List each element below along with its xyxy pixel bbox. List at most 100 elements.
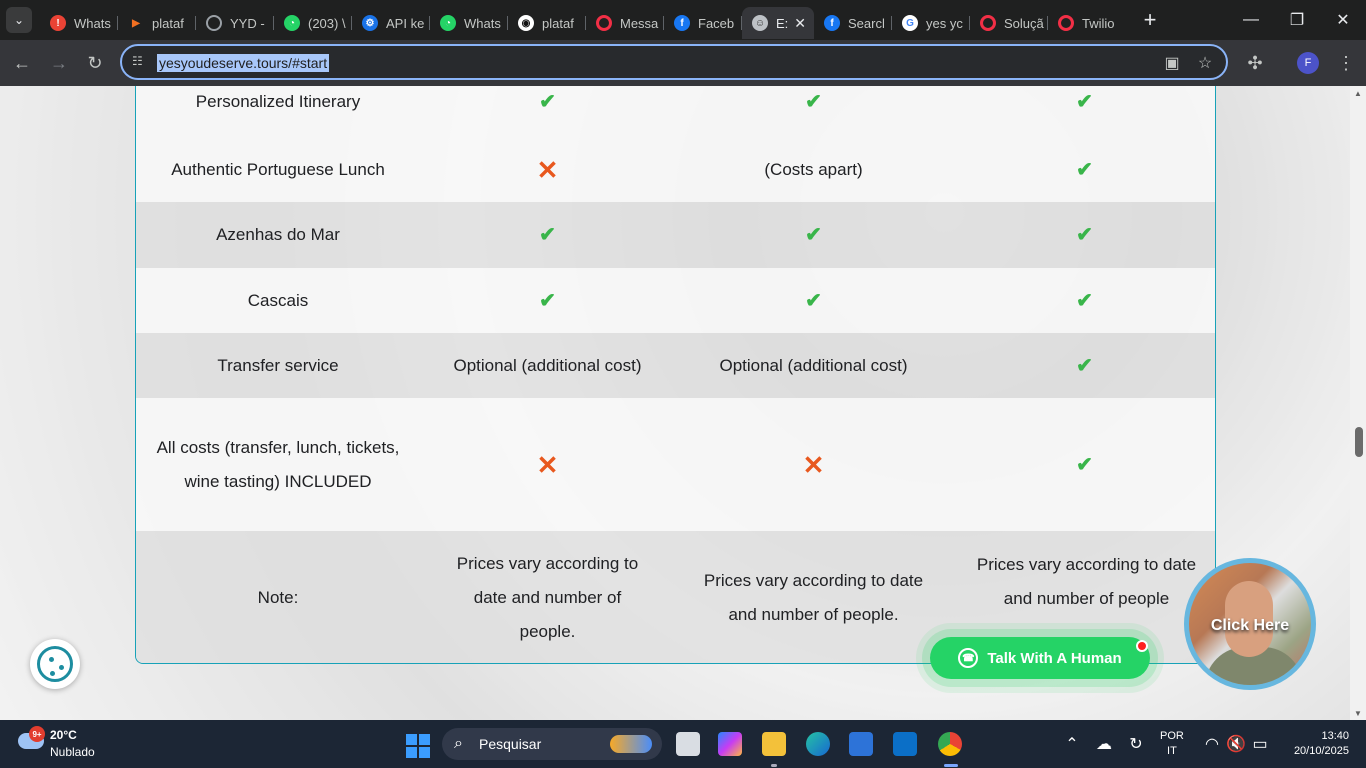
whatsapp-icon: ◔	[284, 15, 300, 31]
reload-icon: ↻	[87, 52, 103, 73]
row-label: All costs (transfer, lunch, tickets, win…	[156, 437, 400, 491]
restore-button[interactable]: ❐	[1274, 0, 1320, 40]
globe-icon	[206, 15, 222, 31]
file-explorer-icon[interactable]	[762, 732, 786, 756]
browser-tab-1[interactable]: ▶ plataf	[118, 7, 196, 39]
browser-menu-button[interactable]: ⋮	[1335, 52, 1357, 74]
microsoft-365-icon[interactable]	[718, 732, 742, 756]
tab-title: Searcl	[848, 15, 885, 31]
restore-icon: ❐	[1289, 12, 1305, 29]
check-icon: ✔	[1076, 354, 1093, 377]
close-icon: ✕	[1336, 12, 1350, 29]
windows-taskbar: 9+ 20°C Nublado ⌕ Pesquisar ⌃ ☁ ↻ POR IT…	[0, 720, 1366, 768]
running-indicator	[771, 764, 777, 767]
tab-title: Whats	[464, 15, 501, 31]
address-bar[interactable]: ☷ yesyoudeserve.tours/#start ▣ ☆	[120, 44, 1228, 80]
minimize-button[interactable]: —	[1228, 0, 1274, 40]
task-view-icon[interactable]	[676, 732, 700, 756]
browser-tab-active[interactable]: ☺ E: ✕	[742, 7, 814, 39]
browser-tab-11[interactable]: Gyes yc	[892, 7, 970, 39]
tab-title: Messa	[620, 15, 659, 31]
table-cell: Prices vary according to date and number…	[456, 553, 639, 641]
talk-button-label: Talk With A Human	[987, 649, 1122, 667]
browser-tab-2[interactable]: YYD -	[196, 7, 274, 39]
search-placeholder: Pesquisar	[479, 736, 542, 752]
outlook-icon[interactable]	[893, 732, 917, 756]
cookie-settings-button[interactable]	[30, 639, 80, 689]
weather-description[interactable]: Nublado	[50, 745, 95, 759]
google-icon: G	[902, 15, 918, 31]
browser-tab-4[interactable]: ⚙ API ke	[352, 7, 430, 39]
start-button[interactable]	[406, 734, 430, 758]
table-row: Transfer service Optional (additional co…	[136, 333, 1215, 398]
forward-button[interactable]: →	[48, 52, 70, 74]
browser-tab-12[interactable]: Soluçã	[970, 7, 1048, 39]
browser-tab-10[interactable]: f Searcl	[814, 7, 892, 39]
volume-muted-icon[interactable]: 🔇	[1226, 734, 1246, 753]
check-icon: ✔	[539, 224, 556, 246]
tab-title: (203) \	[308, 15, 346, 31]
browser-tab-0[interactable]: ! Whats	[40, 7, 118, 39]
back-button[interactable]: ←	[11, 52, 33, 74]
check-icon: ✔	[805, 289, 822, 312]
scroll-up-icon[interactable]: ▲	[1353, 89, 1363, 98]
github-icon: ◉	[518, 15, 534, 31]
whatsapp-icon: ◔	[440, 15, 456, 31]
browser-tab-6[interactable]: ◉ plataf	[508, 7, 586, 39]
browser-tab-13[interactable]: Twilio	[1048, 7, 1126, 39]
scroll-down-icon[interactable]: ▼	[1353, 709, 1363, 718]
browser-toolbar: ← → ↻ ☷ yesyoudeserve.tours/#start ▣ ☆ ✣…	[0, 40, 1366, 86]
system-clock[interactable]: 13:40 20/10/2025	[1283, 729, 1349, 759]
search-icon: ⌕	[454, 735, 463, 752]
profile-avatar[interactable]: F	[1297, 52, 1319, 74]
browser-tab-8[interactable]: f Faceb	[664, 7, 742, 39]
chevron-up-icon[interactable]: ⌃	[1062, 734, 1082, 753]
browser-tab-3[interactable]: ◔ (203) \	[274, 7, 352, 39]
cross-icon: ✕	[802, 449, 825, 480]
extensions-button[interactable]: ✣	[1244, 52, 1266, 74]
browser-tab-7[interactable]: Messa	[586, 7, 664, 39]
table-row: Azenhas do Mar ✔ ✔ ✔	[136, 202, 1215, 268]
tab-title: Twilio	[1082, 15, 1115, 31]
browser-tab-5[interactable]: ◔ Whats	[430, 7, 508, 39]
input-language[interactable]: POR IT	[1160, 729, 1184, 759]
translate-icon[interactable]: ▣	[1162, 53, 1182, 73]
sync-icon[interactable]: ↻	[1126, 734, 1146, 753]
close-icon[interactable]: ✕	[794, 15, 806, 32]
page-viewport: Personalized Itinerary ✔ ✔ ✔ Authentic P…	[0, 86, 1350, 720]
scroll-thumb[interactable]	[1355, 427, 1363, 457]
page-scrollbar[interactable]: ▲ ▼	[1350, 86, 1366, 720]
facebook-icon: f	[674, 15, 690, 31]
url-text[interactable]: yesyoudeserve.tours/#start	[157, 54, 330, 72]
platform-icon: ▶	[132, 17, 140, 29]
warning-icon: !	[50, 15, 66, 31]
cross-icon: ✕	[536, 449, 559, 480]
table-cell: Optional (additional cost)	[719, 355, 908, 375]
taskbar-search[interactable]: ⌕ Pesquisar	[442, 728, 662, 760]
cookie-icon	[37, 646, 73, 682]
talk-with-human-button[interactable]: ☎ Talk With A Human	[930, 637, 1150, 679]
tab-title: Faceb	[698, 15, 735, 31]
battery-icon[interactable]: ▭	[1250, 734, 1270, 753]
tab-search-button[interactable]: ⌄	[6, 7, 32, 33]
temperature[interactable]: 20°C	[50, 728, 77, 742]
chevron-down-icon: ⌄	[13, 13, 25, 27]
reload-button[interactable]: ↻	[84, 52, 106, 74]
wifi-icon[interactable]: ◠	[1202, 734, 1222, 753]
tab-title: plataf	[152, 15, 184, 31]
store-icon[interactable]	[849, 732, 873, 756]
onedrive-cloud-icon[interactable]: ☁	[1094, 734, 1114, 753]
check-icon: ✔	[539, 289, 556, 312]
site-settings-icon[interactable]: ☷	[132, 54, 148, 70]
tab-title: plataf	[542, 15, 574, 31]
table-row: Personalized Itinerary ✔ ✔ ✔	[136, 86, 1215, 137]
video-chat-bubble[interactable]: Click Here	[1184, 558, 1316, 690]
new-tab-button[interactable]: +	[1136, 6, 1164, 34]
chrome-icon[interactable]	[938, 732, 962, 756]
close-window-button[interactable]: ✕	[1320, 0, 1366, 40]
edge-icon[interactable]	[806, 732, 830, 756]
keyboard-layout: IT	[1167, 745, 1177, 757]
bookmark-star-icon[interactable]: ☆	[1195, 53, 1215, 73]
tab-title: Soluçã	[1004, 15, 1044, 31]
tab-title: Whats	[74, 15, 111, 31]
